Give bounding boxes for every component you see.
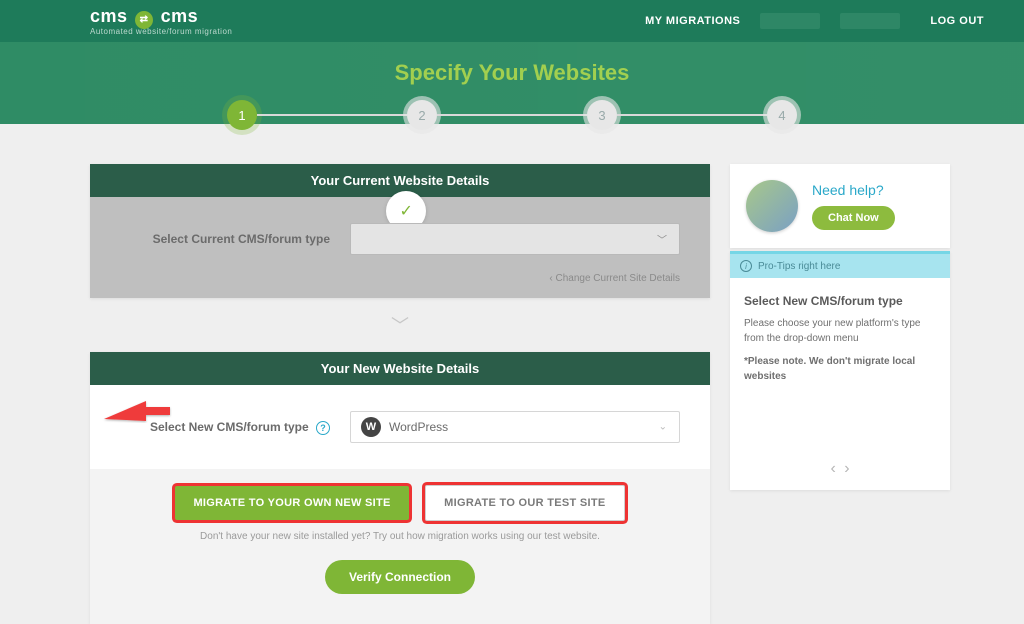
- top-navbar: cms ⇄ cms Automated website/forum migrat…: [0, 0, 1024, 42]
- tip-text-2: *Please note. We don't migrate local web…: [744, 354, 936, 384]
- tip-text-1: Please choose your new platform's type f…: [744, 316, 936, 346]
- chevron-down-icon: ﹀: [90, 298, 710, 352]
- brand-tagline: Automated website/forum migration: [90, 27, 232, 36]
- test-site-hint: Don't have your new site installed yet? …: [90, 531, 710, 542]
- new-site-card: Your New Website Details Select New CMS/…: [90, 352, 710, 624]
- brand-logo[interactable]: cms ⇄ cms Automated website/forum migrat…: [90, 6, 232, 36]
- chevron-down-icon: ⌄: [659, 422, 667, 433]
- brand-text-a: cms: [90, 6, 128, 26]
- tips-prev-button[interactable]: ‹: [830, 460, 835, 477]
- tip-title: Select New CMS/forum type: [744, 294, 936, 308]
- new-cms-value: WordPress: [389, 420, 448, 434]
- step-indicator: 1 2 3 4: [0, 100, 1024, 130]
- chat-now-button[interactable]: Chat Now: [812, 206, 895, 230]
- nav-placeholder-2: [840, 13, 900, 29]
- step-4[interactable]: 4: [767, 100, 797, 130]
- help-card: Need help? Chat Now: [730, 164, 950, 248]
- step-3[interactable]: 3: [587, 100, 617, 130]
- need-help-label: Need help?: [812, 182, 934, 198]
- current-cms-label: Select Current CMS/forum type: [120, 232, 330, 246]
- migrate-button-bar: MIGRATE TO YOUR OWN NEW SITE MIGRATE TO …: [90, 469, 710, 624]
- nav-my-migrations[interactable]: MY MIGRATIONS: [645, 15, 740, 27]
- step-1[interactable]: 1: [227, 100, 257, 130]
- pro-tips-card: i Pro-Tips right here Select New CMS/for…: [730, 251, 950, 490]
- avatar: [746, 180, 798, 232]
- new-cms-select[interactable]: W WordPress ⌄: [350, 411, 680, 443]
- verify-connection-button[interactable]: Verify Connection: [325, 560, 475, 594]
- migrate-own-site-button[interactable]: MIGRATE TO YOUR OWN NEW SITE: [175, 486, 408, 520]
- brand-text-b: cms: [161, 6, 199, 26]
- new-cms-label: Select New CMS/forum type ?: [120, 420, 330, 435]
- nav-logout[interactable]: LOG OUT: [930, 15, 984, 27]
- new-site-header: Your New Website Details: [90, 352, 710, 385]
- step-2[interactable]: 2: [407, 100, 437, 130]
- nav-placeholder-1: [760, 13, 820, 29]
- info-icon: i: [740, 260, 752, 272]
- tips-pager: ‹ ›: [730, 452, 950, 490]
- wordpress-icon: W: [361, 417, 381, 437]
- chevron-down-icon: ﹀: [657, 232, 667, 247]
- help-icon[interactable]: ?: [316, 421, 330, 435]
- current-site-card: Your Current Website Details ✓ Select Cu…: [90, 164, 710, 298]
- current-cms-select[interactable]: ﹀: [350, 223, 680, 255]
- pro-tips-header: i Pro-Tips right here: [730, 254, 950, 278]
- page-title: Specify Your Websites: [0, 60, 1024, 86]
- change-current-link[interactable]: Change Current Site Details: [120, 273, 680, 284]
- tips-next-button[interactable]: ›: [844, 460, 849, 477]
- migrate-test-site-button[interactable]: MIGRATE TO OUR TEST SITE: [425, 485, 624, 521]
